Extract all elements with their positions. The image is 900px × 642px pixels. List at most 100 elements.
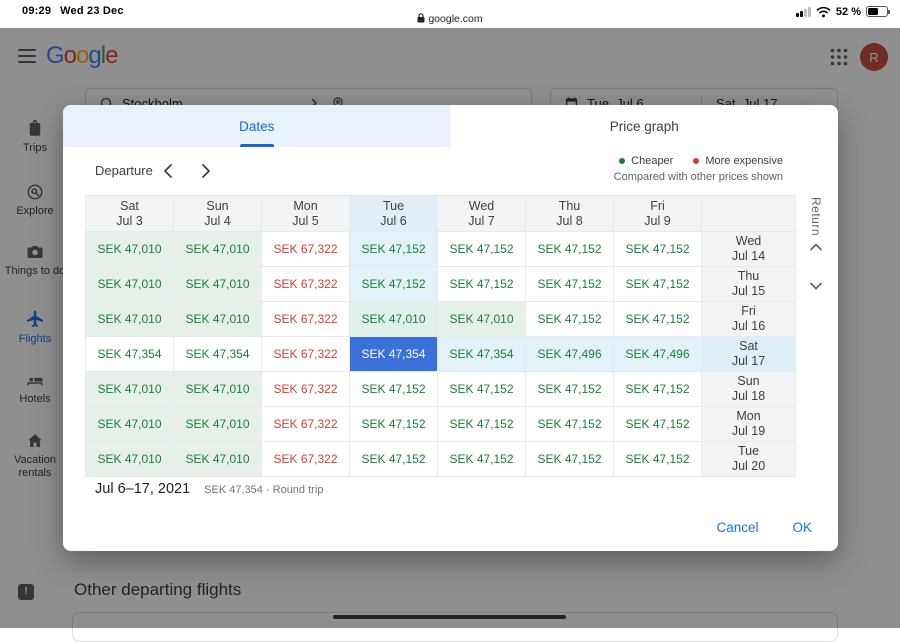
more-expensive-dot-icon (693, 158, 699, 164)
price-cell[interactable]: SEK 47,152 (350, 372, 438, 407)
price-cell[interactable]: SEK 47,354 (438, 337, 526, 372)
screen: 09:29Wed 23 Dec google.com 52 % Google R… (0, 0, 900, 628)
price-cell[interactable]: SEK 47,152 (526, 372, 614, 407)
price-cell[interactable]: SEK 47,152 (438, 442, 526, 477)
price-cell[interactable]: SEK 47,152 (614, 442, 702, 477)
tab-price-graph[interactable]: Price graph (451, 105, 839, 147)
address-bar[interactable]: google.com (0, 13, 900, 25)
battery-percent: 52 % (836, 6, 861, 18)
tab-dates[interactable]: Dates (63, 105, 451, 147)
cheaper-label: Cheaper (631, 155, 673, 167)
price-cell[interactable]: SEK 47,010 (86, 442, 174, 477)
price-cell[interactable]: SEK 47,152 (438, 232, 526, 267)
price-cell[interactable]: SEK 47,152 (614, 232, 702, 267)
dialog-actions: Cancel OK (716, 520, 812, 535)
departure-next-icon[interactable] (195, 161, 215, 181)
price-cell[interactable]: SEK 47,496 (526, 337, 614, 372)
tab-dates-label: Dates (239, 119, 274, 134)
price-cell[interactable]: SEK 47,152 (614, 407, 702, 442)
price-cell[interactable]: SEK 47,152 (350, 442, 438, 477)
return-next-icon[interactable] (807, 277, 825, 295)
price-cell[interactable]: SEK 67,322 (262, 302, 350, 337)
price-cell[interactable]: SEK 67,322 (262, 267, 350, 302)
price-cell[interactable]: SEK 47,152 (614, 372, 702, 407)
price-cell[interactable]: SEK 47,152 (526, 232, 614, 267)
return-row-header[interactable]: MonJul 19 (702, 407, 796, 442)
url-text: google.com (428, 13, 482, 25)
return-row-header[interactable]: ThuJul 15 (702, 267, 796, 302)
price-cell[interactable]: SEK 47,152 (438, 267, 526, 302)
cheaper-dot-icon (619, 158, 625, 164)
matrix-corner-cell (702, 196, 796, 232)
summary-detail: SEK 47,354 · Round trip (204, 484, 323, 496)
price-cell[interactable]: SEK 47,010 (174, 267, 262, 302)
departure-col-header[interactable]: MonJul 5 (262, 196, 350, 232)
return-row-header[interactable]: TueJul 20 (702, 442, 796, 477)
cellular-signal-icon (796, 7, 811, 17)
price-cell[interactable]: SEK 47,354 (86, 337, 174, 372)
tab-price-graph-label: Price graph (610, 119, 679, 134)
lock-icon (417, 13, 425, 23)
price-cell[interactable]: SEK 67,322 (262, 407, 350, 442)
price-cell[interactable]: SEK 47,010 (86, 232, 174, 267)
price-cell[interactable]: SEK 47,152 (526, 442, 614, 477)
departure-col-header[interactable]: SunJul 4 (174, 196, 262, 232)
trip-summary: Jul 6–17, 2021 SEK 47,354 · Round trip (95, 481, 323, 497)
cancel-button[interactable]: Cancel (716, 520, 758, 535)
status-icons: 52 % (796, 5, 888, 18)
price-cell[interactable]: SEK 47,010 (86, 267, 174, 302)
price-cell[interactable]: SEK 67,322 (262, 372, 350, 407)
price-cell[interactable]: SEK 47,010 (438, 302, 526, 337)
return-row-header[interactable]: SunJul 18 (702, 372, 796, 407)
price-cell[interactable]: SEK 47,152 (526, 267, 614, 302)
departure-col-header[interactable]: SatJul 3 (86, 196, 174, 232)
return-row-header[interactable]: FriJul 16 (702, 302, 796, 337)
dialog-tabs: Dates Price graph (63, 105, 838, 147)
price-cell[interactable]: SEK 47,010 (86, 302, 174, 337)
date-price-dialog: Dates Price graph Departure Cheaper More… (63, 105, 838, 551)
wifi-icon (816, 6, 831, 18)
price-cell[interactable]: SEK 47,152 (614, 302, 702, 337)
ios-status-bar: 09:29Wed 23 Dec google.com 52 % (0, 0, 900, 28)
summary-dates: Jul 6–17, 2021 (95, 481, 190, 497)
return-label: Return (809, 197, 823, 236)
dialog-controls: Departure Cheaper More expensive Compare… (63, 147, 838, 195)
price-cell[interactable]: SEK 47,152 (526, 407, 614, 442)
price-cell[interactable]: SEK 47,010 (174, 302, 262, 337)
selected-price-cell[interactable]: SEK 47,354 (350, 337, 438, 372)
return-prev-icon[interactable] (807, 238, 825, 256)
price-legend: Cheaper More expensive Compared with oth… (614, 155, 783, 183)
price-cell[interactable]: SEK 47,152 (614, 267, 702, 302)
departure-col-header[interactable]: ThuJul 8 (526, 196, 614, 232)
price-cell[interactable]: SEK 47,152 (350, 267, 438, 302)
price-cell[interactable]: SEK 47,354 (174, 337, 262, 372)
price-cell[interactable]: SEK 67,322 (262, 337, 350, 372)
departure-col-header[interactable]: FriJul 9 (614, 196, 702, 232)
price-cell[interactable]: SEK 47,152 (438, 372, 526, 407)
price-matrix: SatJul 3SunJul 4MonJul 5TueJul 6WedJul 7… (85, 195, 796, 477)
ok-button[interactable]: OK (792, 520, 812, 535)
price-cell[interactable]: SEK 47,152 (350, 407, 438, 442)
departure-col-header[interactable]: WedJul 7 (438, 196, 526, 232)
departure-label: Departure (95, 163, 153, 178)
return-row-header[interactable]: SatJul 17 (702, 337, 796, 372)
price-cell[interactable]: SEK 47,010 (174, 372, 262, 407)
price-cell[interactable]: SEK 47,152 (438, 407, 526, 442)
battery-icon (866, 6, 888, 17)
price-cell[interactable]: SEK 47,152 (526, 302, 614, 337)
price-cell[interactable]: SEK 47,010 (350, 302, 438, 337)
more-expensive-label: More expensive (705, 155, 783, 167)
price-cell[interactable]: SEK 47,010 (174, 407, 262, 442)
price-cell[interactable]: SEK 47,010 (174, 232, 262, 267)
price-cell[interactable]: SEK 47,152 (350, 232, 438, 267)
price-cell[interactable]: SEK 47,010 (174, 442, 262, 477)
price-cell[interactable]: SEK 47,010 (86, 407, 174, 442)
price-cell[interactable]: SEK 47,496 (614, 337, 702, 372)
legend-note: Compared with other prices shown (614, 171, 783, 183)
departure-col-header[interactable]: TueJul 6 (350, 196, 438, 232)
departure-prev-icon[interactable] (159, 161, 179, 181)
price-cell[interactable]: SEK 67,322 (262, 442, 350, 477)
price-cell[interactable]: SEK 67,322 (262, 232, 350, 267)
return-row-header[interactable]: WedJul 14 (702, 232, 796, 267)
price-cell[interactable]: SEK 47,010 (86, 372, 174, 407)
